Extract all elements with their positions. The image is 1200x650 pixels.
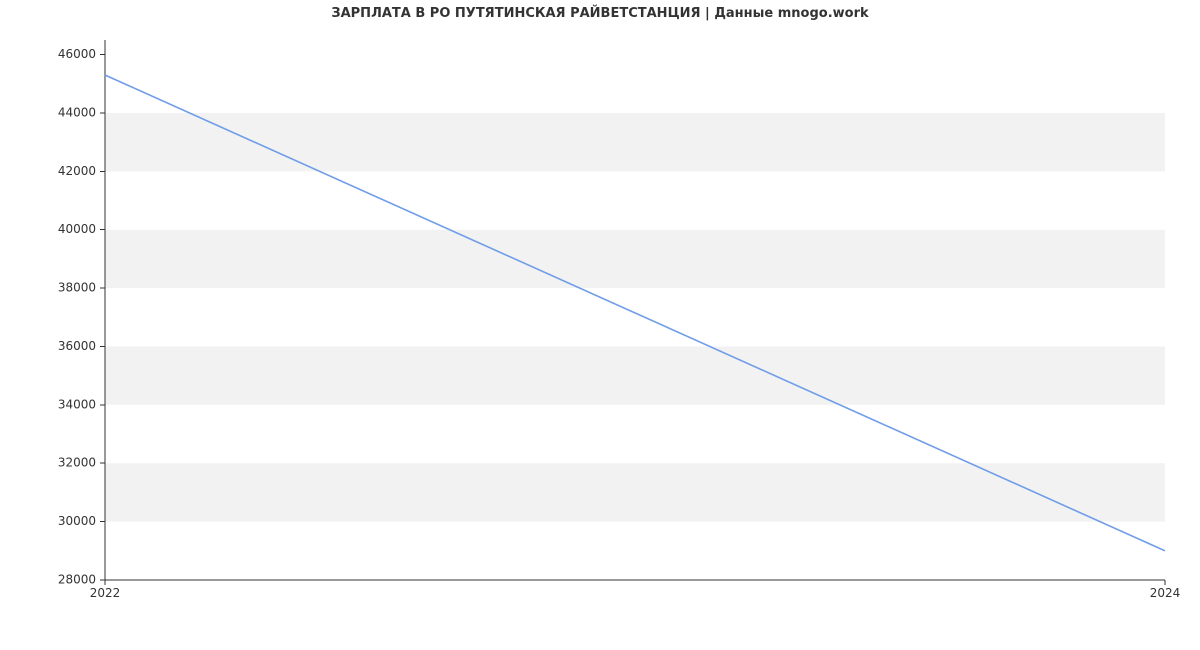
y-tick-label: 28000 [58,573,96,587]
grid-band [105,230,1165,288]
y-tick-label: 36000 [58,339,96,353]
y-tick-label: 40000 [58,222,96,236]
chart-svg: 28000 30000 32000 34000 36000 38000 40000 42000… [0,0,1200,650]
y-tick-label: 38000 [58,281,96,295]
x-tick-label: 2024 [1150,586,1181,600]
grid-band [105,346,1165,404]
y-tick-label: 30000 [58,514,96,528]
grid-band [105,463,1165,521]
y-tick-label: 32000 [58,456,96,470]
chart-title: ЗАРПЛАТА В РО ПУТЯТИНСКАЯ РАЙВЕТСТАНЦИЯ … [0,6,1200,21]
y-tick-label: 44000 [58,105,96,119]
y-tick-label: 34000 [58,397,96,411]
chart-container: ЗАРПЛАТА В РО ПУТЯТИНСКАЯ РАЙВЕТСТАНЦИЯ … [0,0,1200,650]
grid-band [105,113,1165,171]
y-tick-label: 46000 [58,47,96,61]
y-tick-label: 42000 [58,164,96,178]
x-tick-label: 2022 [90,586,121,600]
